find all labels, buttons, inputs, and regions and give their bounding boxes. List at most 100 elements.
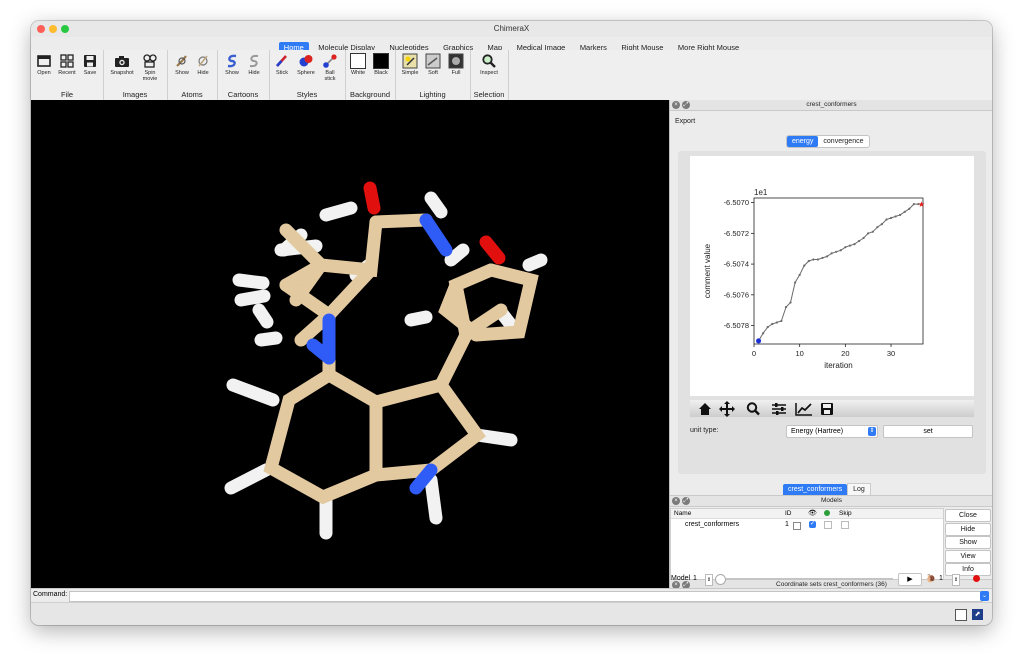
background-group: White Black Background: [345, 50, 396, 100]
energy-plot[interactable]: 1e1 -6.5070 -6.5072 -6.5074 -6.5076 -6.5078 0 1…: [690, 156, 974, 396]
atoms-hide-icon: [198, 55, 208, 67]
recent-icon: [60, 54, 74, 68]
movie-camera-icon: [143, 54, 157, 68]
edit-axis-icon[interactable]: [795, 403, 812, 416]
data-point: [762, 332, 765, 335]
step-stepper-icon[interactable]: ⇕: [952, 574, 960, 586]
frame-slider-track[interactable]: [717, 578, 893, 580]
data-point: [835, 250, 838, 253]
crest-panel-title: × ⤢ crest_conformers: [670, 100, 992, 111]
ribbon-tabs: Home Molecule Display Nucleotides Graphi…: [31, 37, 992, 54]
data-point: [889, 216, 893, 220]
data-point: [816, 258, 820, 261]
model-stepper-icon[interactable]: ⇕: [705, 574, 713, 586]
dock-tab-crest[interactable]: crest_conformers: [783, 484, 848, 495]
play-button[interactable]: ▶: [898, 573, 922, 586]
close-panel-icon[interactable]: ×: [672, 101, 680, 109]
model-label: Model: [671, 575, 691, 582]
model-number-field[interactable]: 1: [693, 572, 697, 586]
selection-group-label: Selection: [473, 90, 505, 99]
data-point: [803, 264, 806, 267]
full-lighting-button[interactable]: Full: [443, 53, 469, 76]
configure-icon[interactable]: [772, 403, 786, 415]
model-name: crest_conformers: [685, 521, 740, 528]
color-icon: [824, 510, 830, 516]
stick-style-button[interactable]: Stick: [269, 53, 295, 76]
data-point: [844, 246, 847, 249]
select-checkbox[interactable]: [824, 521, 832, 529]
graphics-viewport[interactable]: [31, 100, 669, 588]
set-unit-button[interactable]: set: [883, 425, 973, 438]
black-background-button[interactable]: Black: [368, 53, 394, 76]
hide-cartoons-button[interactable]: Hide: [241, 53, 267, 76]
zoom-window-button[interactable]: [61, 25, 69, 33]
y-tick-label: -6.5078: [724, 321, 749, 330]
data-point: [908, 207, 911, 210]
home-toolbar: Open Recent Save File Snapshot Spin movi…: [31, 50, 992, 101]
view-model-button[interactable]: View: [945, 550, 991, 563]
data-point: [853, 243, 856, 246]
tab-convergence[interactable]: convergence: [818, 136, 868, 147]
close-model-button[interactable]: Close: [945, 509, 991, 522]
shown-checkbox[interactable]: ✓: [809, 521, 816, 528]
lighting-group: Simple Soft Full Lighting: [395, 50, 471, 100]
data-point: [839, 249, 842, 252]
close-models-icon[interactable]: ×: [672, 497, 680, 505]
data-point: [775, 321, 778, 324]
float-panel-icon[interactable]: ⤢: [682, 101, 690, 109]
record-button[interactable]: [973, 575, 980, 582]
hide-atoms-button[interactable]: Hide: [190, 53, 216, 76]
cartoon-show-icon: [227, 54, 237, 68]
python-shell-icon[interactable]: ⬈: [972, 609, 983, 620]
data-point: [867, 232, 870, 235]
magnifier-icon: [482, 54, 496, 68]
images-group: Snapshot Spin movie Images: [103, 50, 168, 100]
home-icon[interactable]: [699, 403, 711, 415]
export-menu[interactable]: Export: [675, 118, 695, 125]
command-dropdown-icon[interactable]: ⌄: [980, 591, 989, 601]
step-value-field[interactable]: 1: [939, 572, 943, 586]
color-swatch[interactable]: [793, 522, 801, 530]
show-model-button[interactable]: Show: [945, 536, 991, 549]
close-window-button[interactable]: [37, 25, 45, 33]
data-point: [789, 301, 792, 304]
x-tick-label: 20: [841, 349, 849, 358]
models-panel: × ⤢ Models Name ID 👁 Skip crest_conforme…: [670, 495, 992, 580]
unit-type-label: unit type:: [690, 427, 719, 434]
layout-toggle-icon[interactable]: [955, 609, 967, 621]
white-swatch-icon: [350, 53, 366, 69]
save-icon: [84, 55, 96, 67]
frame-slider-handle[interactable]: [715, 574, 726, 585]
float-models-icon[interactable]: ⤢: [682, 497, 690, 505]
move-icon[interactable]: [719, 401, 735, 417]
command-input[interactable]: [69, 591, 983, 602]
col-skip[interactable]: Skip: [839, 509, 852, 518]
ball-stick-style-button[interactable]: Ball stick: [317, 53, 343, 82]
data-point: [780, 319, 783, 323]
unit-type-select[interactable]: Energy (Hartree) ⇕: [786, 425, 878, 438]
black-swatch-icon: [373, 53, 389, 69]
minimize-window-button[interactable]: [49, 25, 57, 33]
save-button[interactable]: Save: [77, 53, 103, 76]
table-row[interactable]: crest_conformers 1 ✓: [671, 519, 943, 531]
start-marker: [756, 338, 762, 344]
hide-model-button[interactable]: Hide: [945, 523, 991, 536]
tab-energy[interactable]: energy: [787, 136, 819, 147]
snail-speed-icon[interactable]: 🐌: [926, 572, 936, 586]
models-header: Name ID 👁 Skip: [671, 509, 943, 519]
snapshot-button[interactable]: Snapshot: [109, 53, 135, 76]
title-bar: ChimeraX: [31, 21, 992, 37]
col-name[interactable]: Name: [674, 509, 691, 518]
spin-movie-button[interactable]: Spin movie: [137, 53, 163, 82]
molecule-render[interactable]: [31, 100, 669, 588]
zoom-icon[interactable]: [746, 402, 760, 416]
styles-group: Stick Sphere Ball stick Styles: [269, 50, 346, 100]
data-point: [848, 244, 852, 247]
col-id[interactable]: ID: [785, 509, 792, 518]
data-point: [903, 210, 906, 213]
save-figure-icon[interactable]: [821, 403, 833, 415]
inspect-button[interactable]: Inspect: [476, 53, 502, 76]
sphere-style-button[interactable]: Sphere: [293, 53, 319, 76]
cartoons-group: Show Hide Cartoons: [217, 50, 270, 100]
skip-checkbox[interactable]: [841, 521, 849, 529]
